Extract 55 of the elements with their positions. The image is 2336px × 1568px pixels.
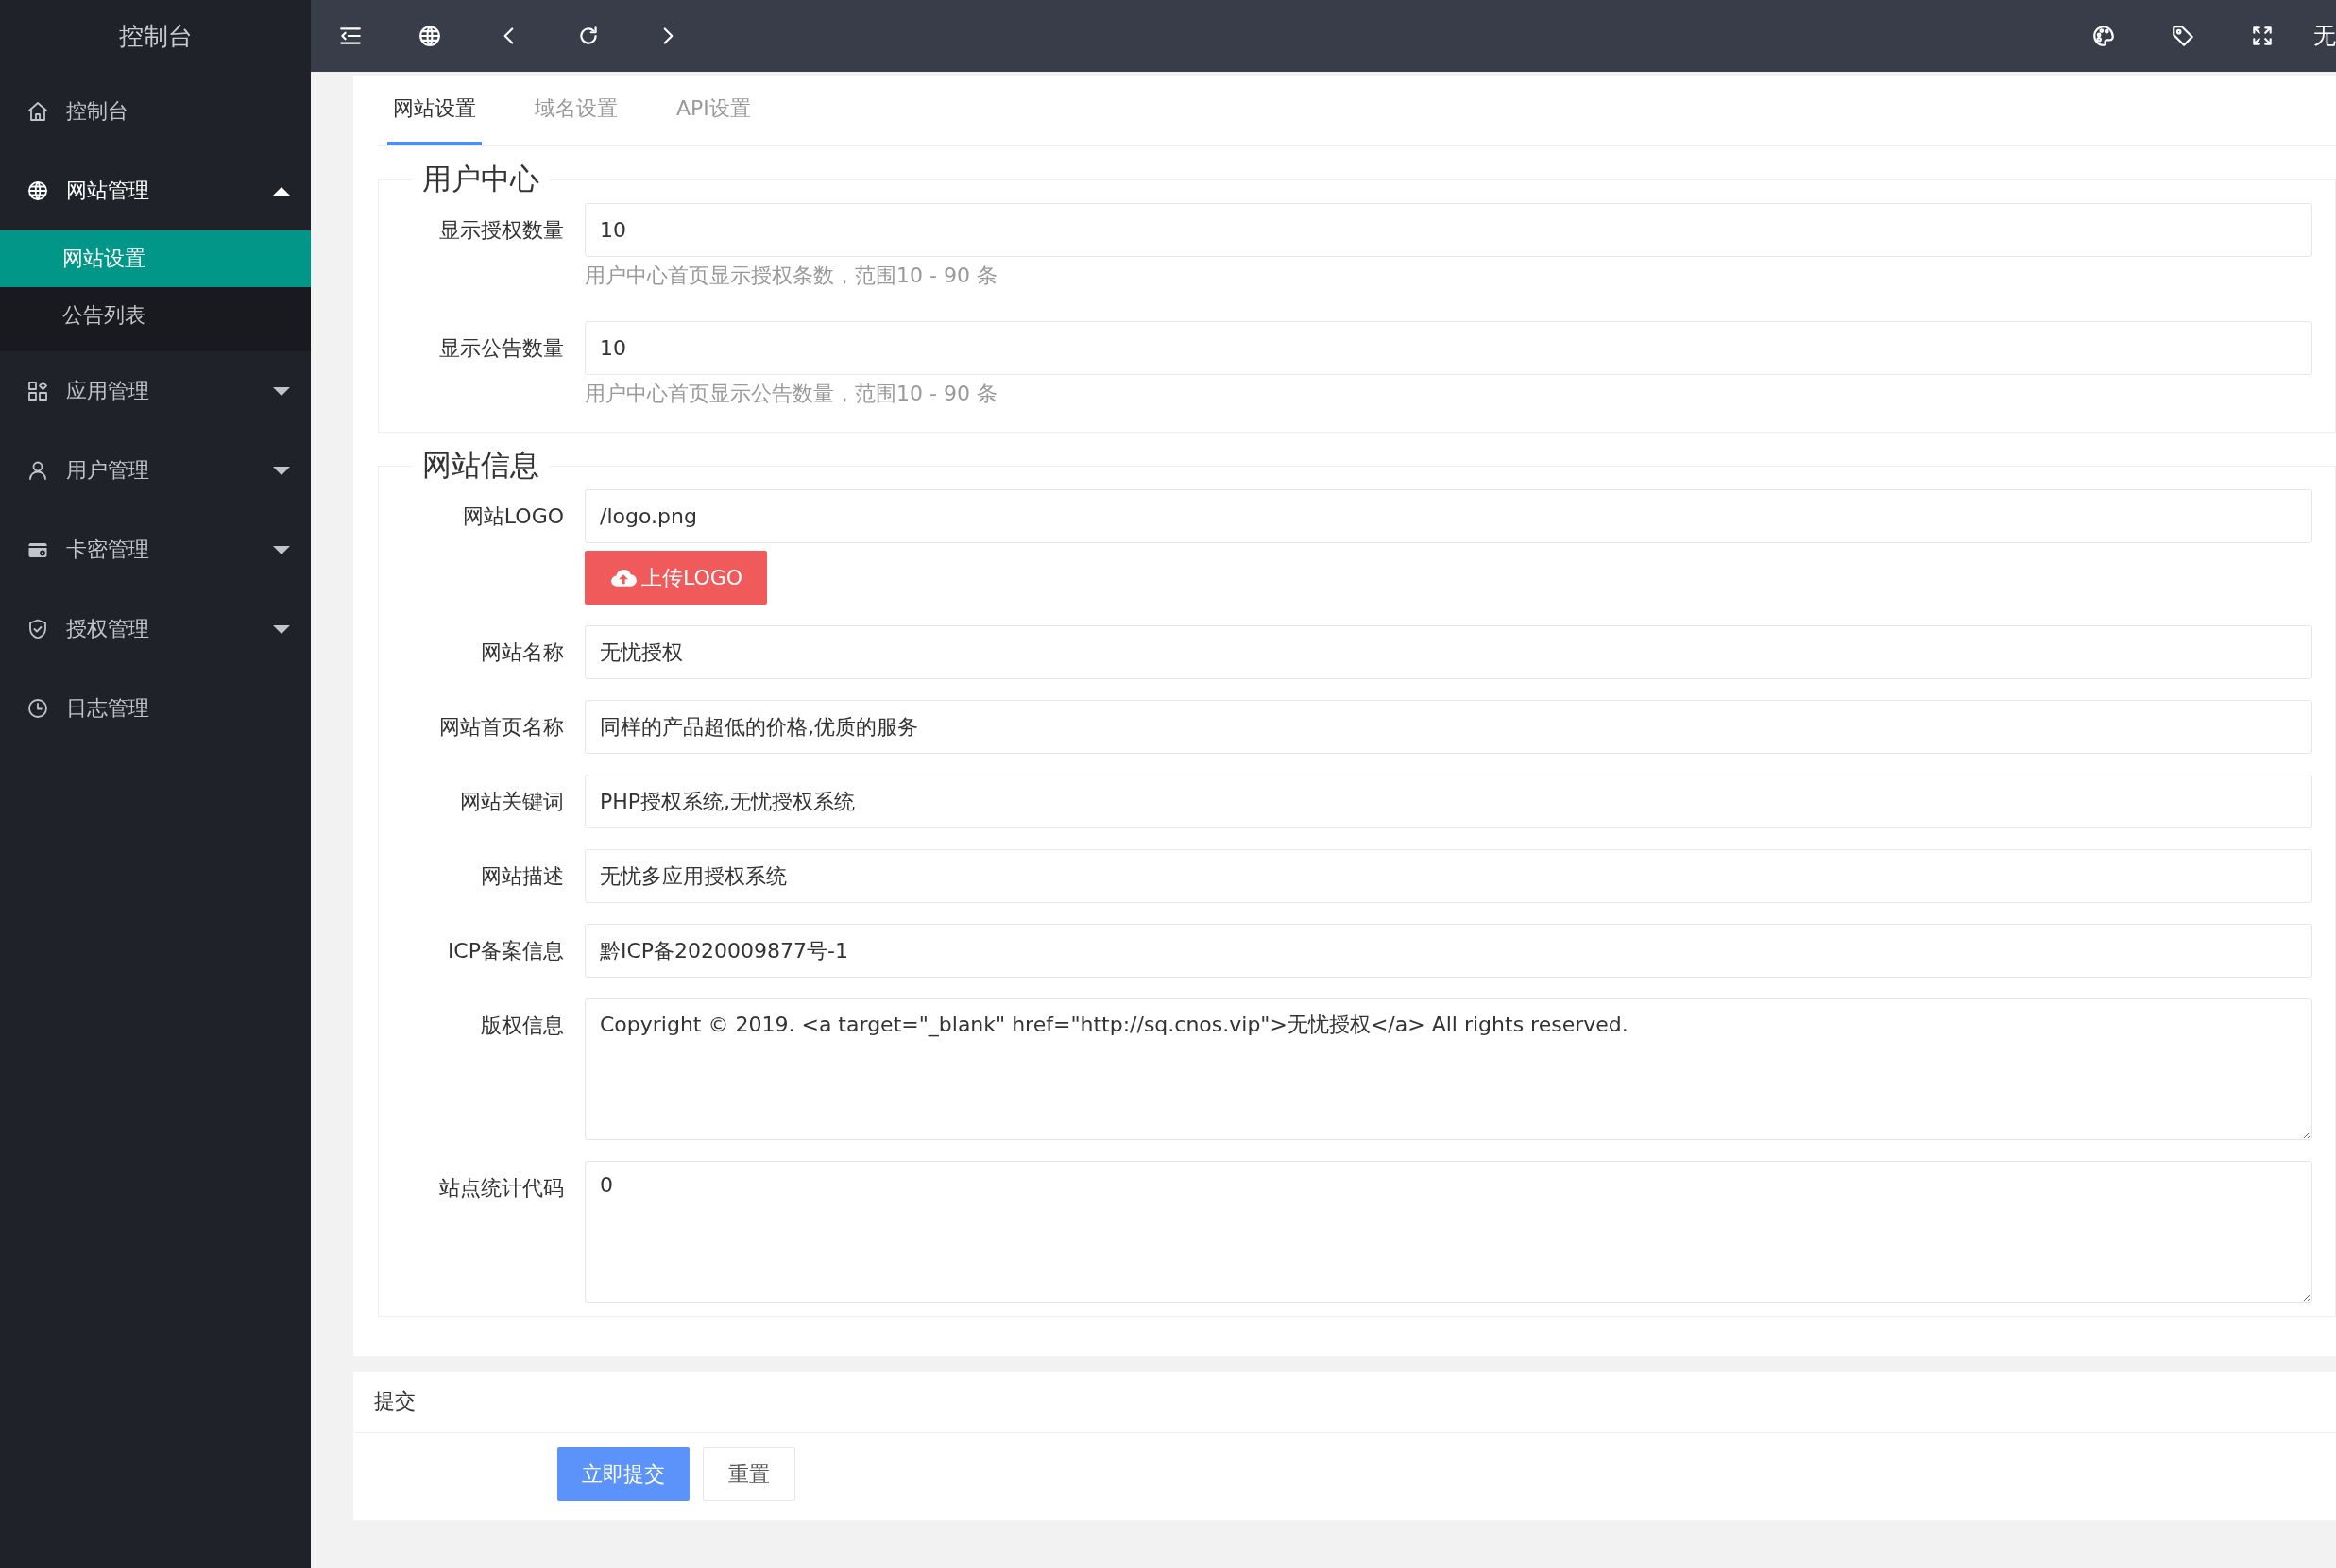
menu-label: 网站管理 — [66, 178, 150, 204]
menu-item[interactable]: 授权管理 — [0, 589, 311, 669]
input-field[interactable]: 无忧授权 — [585, 625, 2312, 679]
reset-button[interactable]: 重置 — [703, 1447, 795, 1501]
home-icon — [26, 100, 49, 123]
input-field[interactable]: 10 — [585, 203, 2312, 257]
card-title: 提交 — [353, 1372, 2336, 1433]
submenu-item[interactable]: 公告列表 — [0, 287, 311, 344]
menu-label: 日志管理 — [66, 695, 150, 722]
text-area[interactable]: Copyright © 2019. <a target="_blank" href="http://sq.cnos.vip">无忧授权</a> All rights reserved. — [585, 998, 2312, 1140]
menu-label: 用户管理 — [66, 457, 150, 484]
clock-icon — [26, 697, 49, 720]
text-area[interactable]: 0 — [585, 1161, 2312, 1303]
help-text: 用户中心首页显示授权条数，范围10 - 90 条 — [585, 263, 997, 289]
menu-label: 授权管理 — [66, 616, 150, 642]
tag-icon[interactable] — [2171, 24, 2195, 48]
field-label: 站点统计代码 — [438, 1175, 564, 1202]
tab[interactable]: 网站设置 — [387, 76, 482, 145]
field-label: ICP备案信息 — [446, 938, 564, 964]
field-label: 网站首页名称 — [438, 714, 564, 741]
menu-item[interactable]: 应用管理 — [0, 351, 311, 431]
field-label: 显示授权数量 — [438, 217, 564, 244]
menu-label: 卡密管理 — [66, 537, 150, 563]
grid-icon — [26, 380, 49, 402]
menu-label: 应用管理 — [66, 378, 150, 404]
user-icon — [26, 459, 49, 482]
menu-item[interactable]: 网站管理 — [0, 151, 311, 230]
shield-icon — [26, 618, 49, 640]
palette-icon[interactable] — [2091, 24, 2116, 48]
menu-item[interactable]: 日志管理 — [0, 669, 311, 748]
input-field[interactable]: 无忧多应用授权系统 — [585, 849, 2312, 903]
help-text: 用户中心首页显示公告数量，范围10 - 90 条 — [585, 381, 997, 407]
field-label: 网站关键词 — [459, 789, 564, 815]
menu-item[interactable]: 用户管理 — [0, 431, 311, 510]
user-name[interactable]: 无 — [2313, 21, 2336, 51]
globe-icon — [26, 179, 49, 202]
fullscreen-icon[interactable] — [2250, 24, 2275, 48]
section-title: 用户中心 — [421, 161, 540, 197]
menu-label: 控制台 — [66, 98, 129, 125]
sidebar-title: 控制台 — [117, 21, 194, 52]
menu-item[interactable]: 卡密管理 — [0, 510, 311, 589]
field-label: 显示公告数量 — [438, 335, 564, 362]
globe-icon[interactable] — [418, 24, 442, 48]
field-label: 网站名称 — [480, 639, 564, 666]
field-label: 版权信息 — [480, 1013, 564, 1039]
input-field[interactable]: PHP授权系统,无忧授权系统 — [585, 775, 2312, 828]
input-field[interactable]: 黔ICP备2020009877号-1 — [585, 924, 2312, 978]
field-label: 网站描述 — [480, 863, 564, 890]
input-field[interactable]: 10 — [585, 321, 2312, 375]
menu-item[interactable]: 控制台 — [0, 72, 311, 151]
input-field[interactable]: 同样的产品超低的价格,优质的服务 — [585, 700, 2312, 754]
submenu-item[interactable]: 网站设置 — [0, 230, 311, 287]
section-title: 网站信息 — [421, 447, 540, 484]
input-field[interactable]: /logo.png — [585, 489, 2312, 543]
field-label: 网站LOGO — [461, 503, 564, 530]
